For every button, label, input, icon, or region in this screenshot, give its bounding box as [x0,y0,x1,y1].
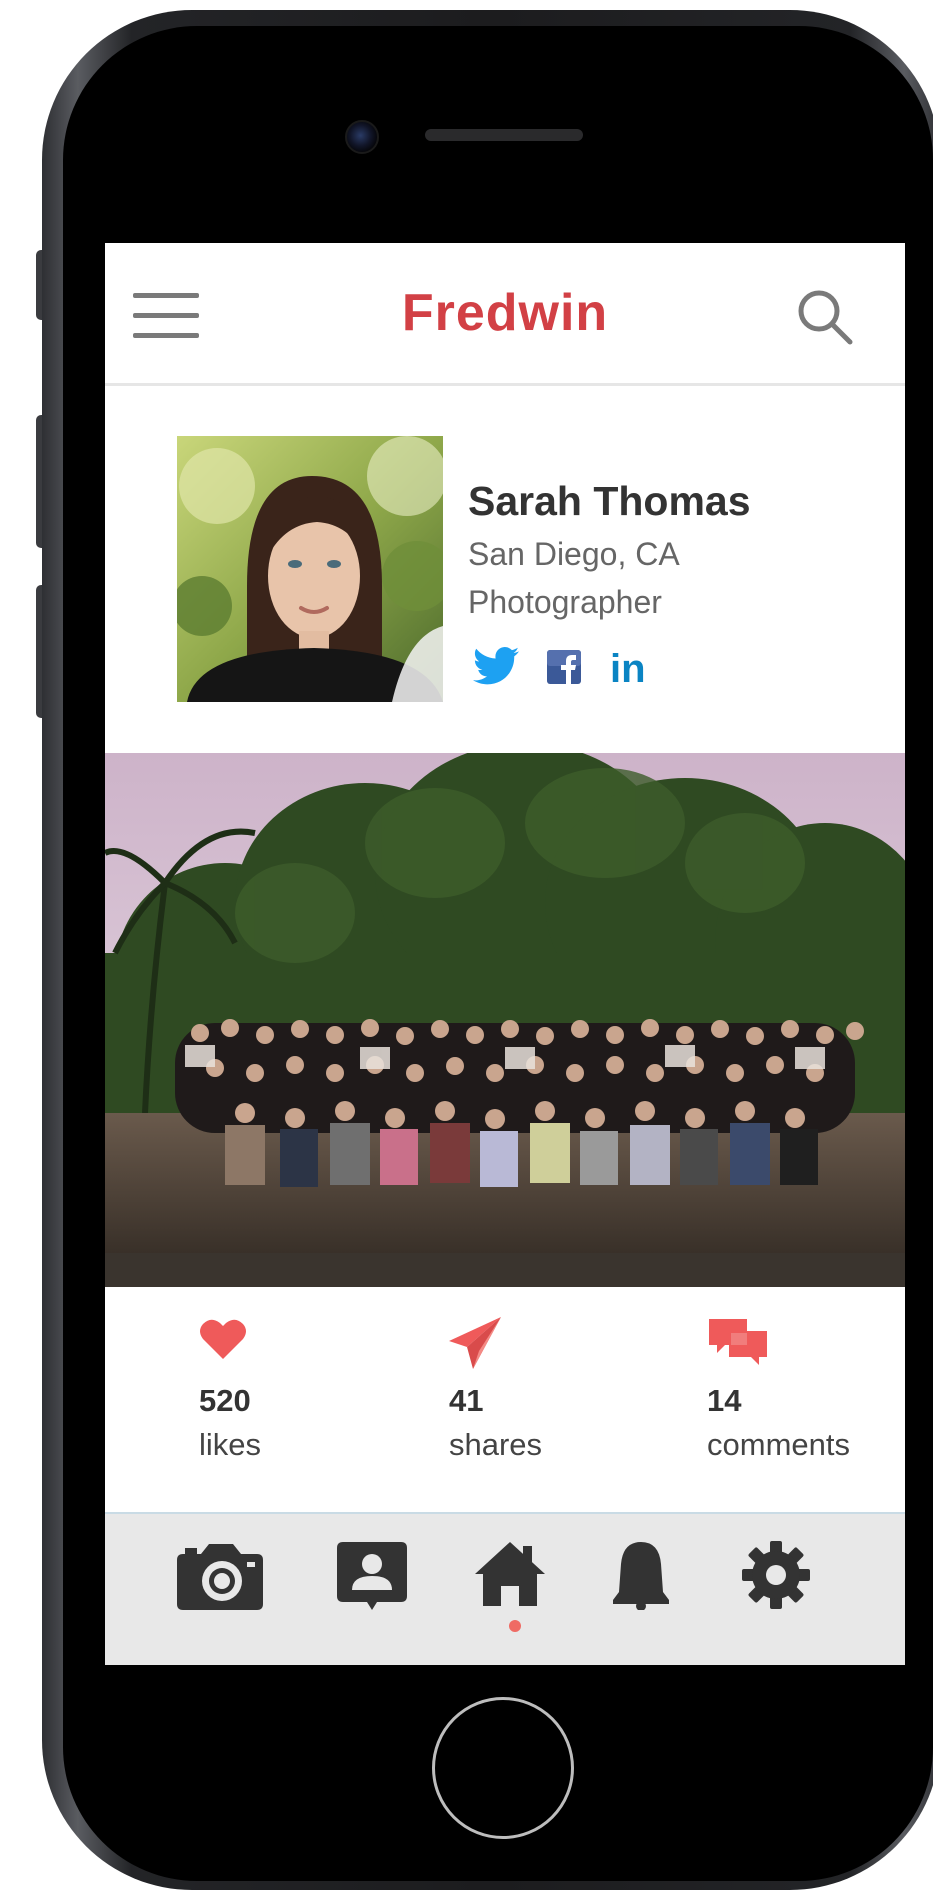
bell-icon[interactable] [611,1540,671,1615]
post-photo[interactable] [105,753,905,1287]
profile-card: Sarah Thomas San Diego, CA Photographer … [105,386,905,748]
gear-icon[interactable] [741,1540,811,1615]
bottom-tab-bar [105,1514,905,1665]
svg-text:in: in [610,647,646,690]
likes-label: likes [199,1427,262,1462]
comments-count: 14 [707,1383,742,1418]
avatar[interactable] [177,436,443,702]
post-stats: 520 likes 41 shares 14 comments [105,1287,905,1514]
contact-card-icon[interactable] [337,1540,407,1617]
profile-location: San Diego, CA [468,536,680,572]
front-camera-icon [345,120,379,154]
facebook-icon[interactable] [547,646,581,690]
likes-stat[interactable]: 520 likes [199,1317,399,1463]
home-button[interactable] [432,1697,574,1839]
app-header: Fredwin [105,243,905,386]
twitter-icon[interactable] [473,646,519,690]
paper-plane-icon [449,1317,649,1371]
app-title: Fredwin [401,284,609,342]
shares-label: shares [449,1427,543,1462]
likes-count: 520 [199,1383,251,1418]
profile-name: Sarah Thomas [468,478,751,524]
shares-count: 41 [449,1383,484,1418]
phone-screen: Fredwin Sarah Thomas San Diego, CA Photo… [105,243,905,1665]
search-icon[interactable] [795,287,855,347]
linkedin-icon[interactable]: in [608,646,658,691]
comments-stat[interactable]: 14 comments [707,1317,905,1463]
comments-label: comments [707,1427,850,1462]
earpiece-speaker [425,129,583,141]
home-icon[interactable] [475,1540,545,1611]
profile-occupation: Photographer [468,584,662,620]
device-mockup: Fredwin Sarah Thomas San Diego, CA Photo… [0,0,933,1896]
chat-bubbles-icon [707,1317,905,1371]
camera-icon[interactable] [177,1540,263,1615]
heart-icon [199,1317,399,1371]
active-tab-indicator [509,1620,521,1632]
shares-stat[interactable]: 41 shares [449,1317,649,1463]
